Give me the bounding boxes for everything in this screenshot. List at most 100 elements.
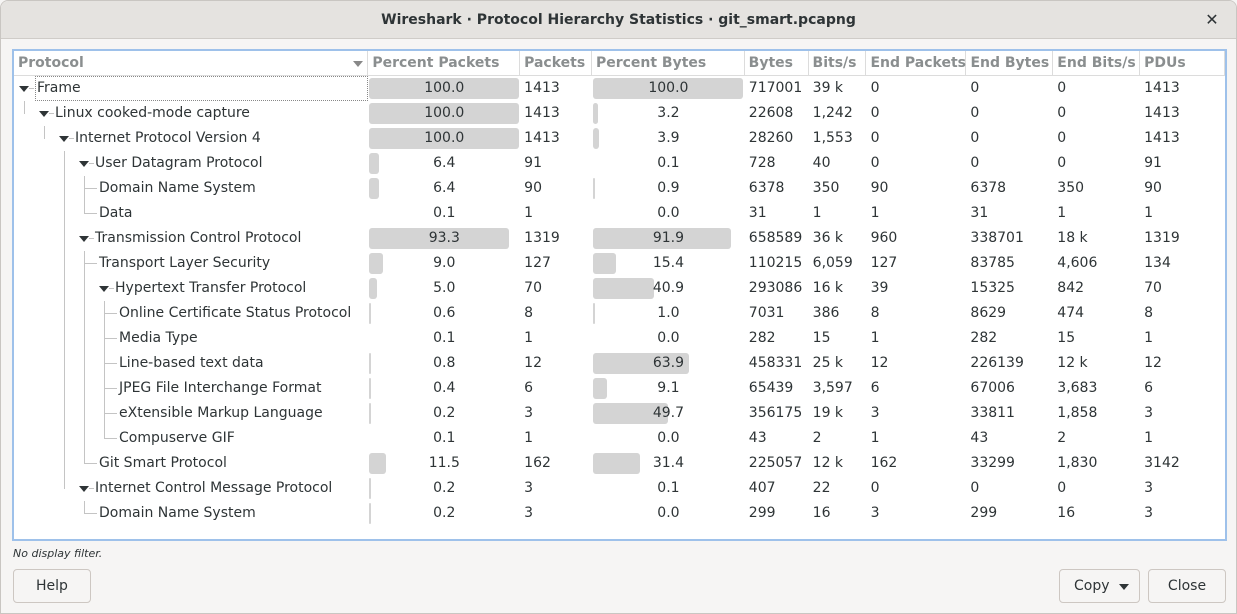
pdus-cell: 1413 [1144, 130, 1180, 146]
protocol-tree[interactable]: Protocol Percent Packets Packets Percent By… [12, 49, 1227, 541]
table-row[interactable]: eXtensible Markup Language 0.2 3 49.7 356175… [14, 401, 1225, 426]
packets-cell: 127 [524, 255, 551, 271]
protocol-cell: Transmission Control Protocol [14, 226, 368, 251]
help-button[interactable]: Help [13, 569, 91, 603]
column-header-protocol[interactable]: Protocol [14, 51, 369, 76]
percent-value: 6.4 [433, 180, 456, 196]
tree-guide-line [84, 426, 85, 451]
tree-guide-line [64, 476, 65, 489]
packets-cell: 1413 [524, 105, 560, 121]
table-body: Frame 100.0 1413 100.0 717001 39 k 0 0 0 1413 Linu… [14, 76, 1225, 526]
expand-arrow-icon[interactable] [79, 161, 89, 167]
end-packets-cell: 3 [870, 405, 880, 421]
column-header-end-bytes[interactable]: End Bytes [966, 51, 1054, 76]
percent-value: 49.7 [652, 405, 684, 421]
table-row[interactable]: Online Certificate Status Protocol 0.6 8 1.… [14, 301, 1225, 326]
tree-connector [49, 113, 54, 114]
column-header-percent-bytes[interactable]: Percent Bytes [592, 51, 745, 76]
bits-per-sec-cell: 2 [812, 430, 822, 446]
tree-connector [89, 238, 94, 239]
percent-packets-cell: 9.0 [368, 251, 520, 276]
pdus-cell: 3 [1144, 480, 1154, 496]
end-bytes-cell: 15325 [970, 280, 1015, 296]
tree-connector [69, 138, 74, 139]
pdus-cell: 90 [1144, 180, 1162, 196]
end-bits-per-sec-cell: 474 [1057, 305, 1085, 321]
protocol-name: Line-based text data [119, 355, 264, 371]
column-header-bytes[interactable]: Bytes [745, 51, 809, 76]
expand-arrow-icon[interactable] [79, 236, 89, 242]
percent-value: 0.1 [657, 155, 680, 171]
table-row[interactable]: JPEG File Interchange Format 0.4 6 9.1 65439… [14, 376, 1225, 401]
end-bytes-cell: 33299 [970, 455, 1015, 471]
table-row[interactable]: Transmission Control Protocol 93.3 1319 91.… [14, 226, 1225, 251]
table-row[interactable]: Transport Layer Security 9.0 127 15.4 110215… [14, 251, 1225, 276]
column-header-pdus[interactable]: PDUs [1140, 51, 1225, 76]
table-row[interactable]: Internet Protocol Version 4 100.0 1413 3.9 2… [14, 126, 1225, 151]
table-row[interactable]: Linux cooked-mode capture 100.0 1413 3.2 226… [14, 101, 1225, 126]
end-bits-per-sec-cell: 15 [1057, 330, 1076, 346]
table-row[interactable]: Line-based text data 0.8 12 63.9 458331 25 k 1… [14, 351, 1225, 376]
expand-arrow-icon[interactable] [39, 111, 49, 117]
tree-guide-line [64, 201, 65, 226]
tree-connector [105, 363, 117, 364]
percent-bytes-cell: 3.2 [592, 101, 745, 126]
percent-value: 63.9 [652, 355, 684, 371]
close-x-icon[interactable]: ✕ [1202, 10, 1222, 30]
tree-guide-line [64, 426, 65, 451]
packets-cell: 12 [524, 355, 542, 371]
percent-packets-cell: 11.5 [368, 451, 520, 476]
percent-bar [593, 453, 641, 474]
bits-per-sec-cell: 12 k [812, 455, 844, 471]
table-row[interactable]: Frame 100.0 1413 100.0 717001 39 k 0 0 0 1413 [14, 76, 1225, 101]
bits-per-sec-cell: 3,597 [812, 380, 853, 396]
column-header-end-bits-per-sec[interactable]: End Bits/s [1053, 51, 1141, 76]
pdus-cell: 1413 [1144, 105, 1180, 121]
column-header-end-packets[interactable]: End Packets [866, 51, 967, 76]
bytes-cell: 728 [748, 155, 776, 171]
table-row[interactable]: Data 0.1 1 0.0 31 1 1 31 1 1 [14, 201, 1225, 226]
tree-connector [85, 463, 97, 464]
end-bits-per-sec-cell: 0 [1057, 105, 1067, 121]
percent-bytes-cell: 3.9 [592, 126, 745, 151]
table-row[interactable]: Compuserve GIF 0.1 1 0.0 43 2 1 43 2 1 [14, 426, 1225, 451]
packets-cell: 1 [524, 205, 534, 221]
close-button[interactable]: Close [1148, 569, 1226, 603]
table-row[interactable]: Hypertext Transfer Protocol 5.0 70 40.9 2930… [14, 276, 1225, 301]
protocol-cell: Hypertext Transfer Protocol [14, 276, 368, 301]
end-packets-cell: 8 [870, 305, 880, 321]
bytes-cell: 43 [748, 430, 767, 446]
pdus-cell: 1 [1144, 205, 1154, 221]
expand-arrow-icon[interactable] [59, 136, 69, 142]
pdus-cell: 3 [1144, 405, 1154, 421]
table-header: Protocol Percent Packets Packets Percent By… [14, 51, 1225, 76]
tree-guide-line [64, 276, 65, 301]
table-row[interactable]: Domain Name System 0.2 3 0.0 299 16 3 299 16 3 [14, 501, 1225, 526]
table-row[interactable]: Git Smart Protocol 11.5 162 31.4 225057 12 k 1… [14, 451, 1225, 476]
table-row[interactable]: Media Type 0.1 1 0.0 282 15 1 282 15 1 [14, 326, 1225, 351]
column-header-percent-packets[interactable]: Percent Packets [368, 51, 521, 76]
percent-value: 0.6 [433, 305, 456, 321]
protocol-name: Domain Name System [99, 505, 256, 521]
expand-arrow-icon[interactable] [19, 86, 29, 92]
protocol-cell: Transport Layer Security [14, 251, 368, 276]
table-row[interactable]: Domain Name System 6.4 90 0.9 6378 350 90 6378 3… [14, 176, 1225, 201]
end-bytes-cell: 0 [970, 480, 980, 496]
expand-arrow-icon[interactable] [79, 486, 89, 492]
packets-cell: 3 [524, 480, 534, 496]
copy-button[interactable]: Copy [1059, 569, 1140, 603]
percent-value: 0.0 [657, 330, 680, 346]
sort-descending-icon [353, 61, 364, 67]
tree-guide-line [64, 251, 65, 276]
table-row[interactable]: User Datagram Protocol 6.4 91 0.1 728 40 0 0 0 91 [14, 151, 1225, 176]
protocol-name: Transport Layer Security [99, 255, 271, 271]
percent-bar [369, 503, 372, 524]
column-header-packets[interactable]: Packets [520, 51, 592, 76]
percent-value: 100.0 [424, 105, 465, 121]
column-header-bits-per-sec[interactable]: Bits/s [809, 51, 867, 76]
table-row[interactable]: Internet Control Message Protocol 0.2 3 0.1… [14, 476, 1225, 501]
close-button-label: Close [1167, 578, 1207, 594]
expand-arrow-icon[interactable] [99, 286, 109, 292]
percent-value: 0.4 [433, 380, 456, 396]
bytes-cell: 458331 [748, 355, 803, 371]
